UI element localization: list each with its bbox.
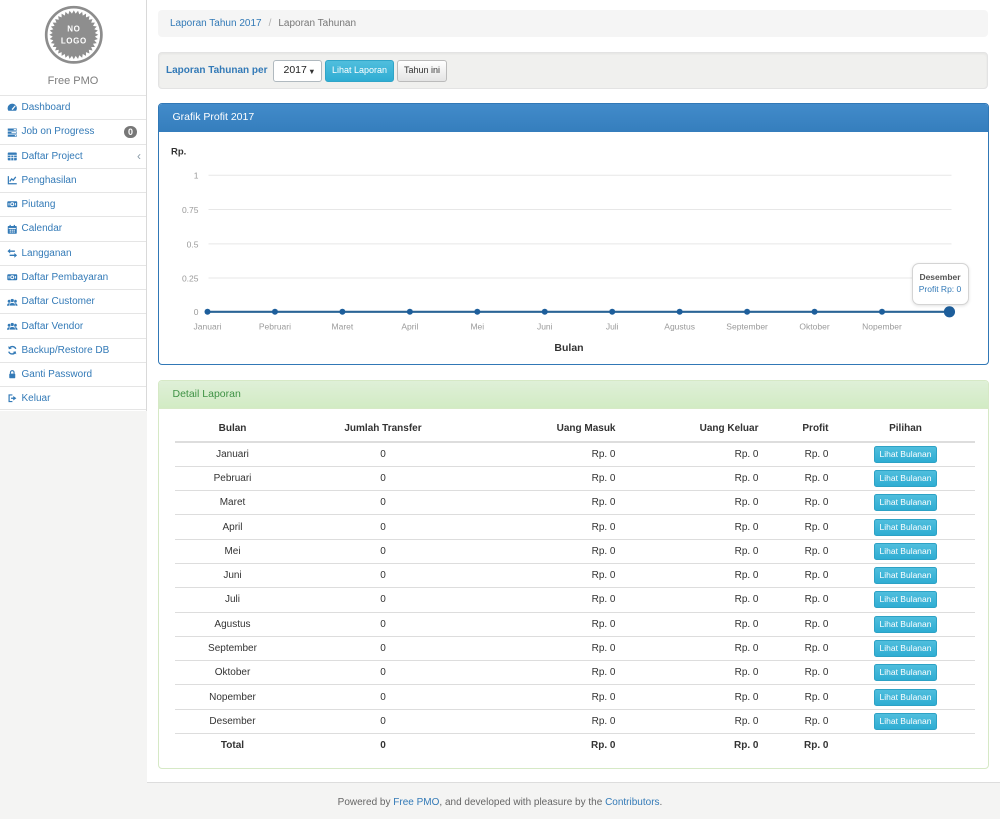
svg-text:September: September — [726, 322, 768, 332]
svg-text:0: 0 — [193, 307, 198, 317]
svg-text:Pebruari: Pebruari — [258, 322, 290, 332]
svg-text:NO: NO — [67, 24, 80, 33]
svg-text:Oktober: Oktober — [799, 322, 829, 332]
svg-text:Agustus: Agustus — [664, 322, 695, 332]
svg-text:Juli: Juli — [605, 322, 618, 332]
svg-text:Rp.: Rp. — [171, 147, 186, 158]
svg-text:0.75: 0.75 — [181, 205, 198, 215]
svg-text:0.5: 0.5 — [186, 239, 198, 249]
svg-text:Maret: Maret — [331, 322, 353, 332]
svg-text:LOGO: LOGO — [61, 36, 87, 45]
svg-text:Juni: Juni — [536, 322, 552, 332]
svg-text:0.25: 0.25 — [181, 273, 198, 283]
svg-text:Bulan: Bulan — [554, 342, 583, 354]
svg-text:1: 1 — [193, 171, 198, 181]
svg-text:April: April — [401, 322, 418, 332]
svg-text:Januari: Januari — [193, 322, 221, 332]
svg-text:Nopember: Nopember — [862, 322, 902, 332]
svg-text:Mei: Mei — [470, 322, 484, 332]
